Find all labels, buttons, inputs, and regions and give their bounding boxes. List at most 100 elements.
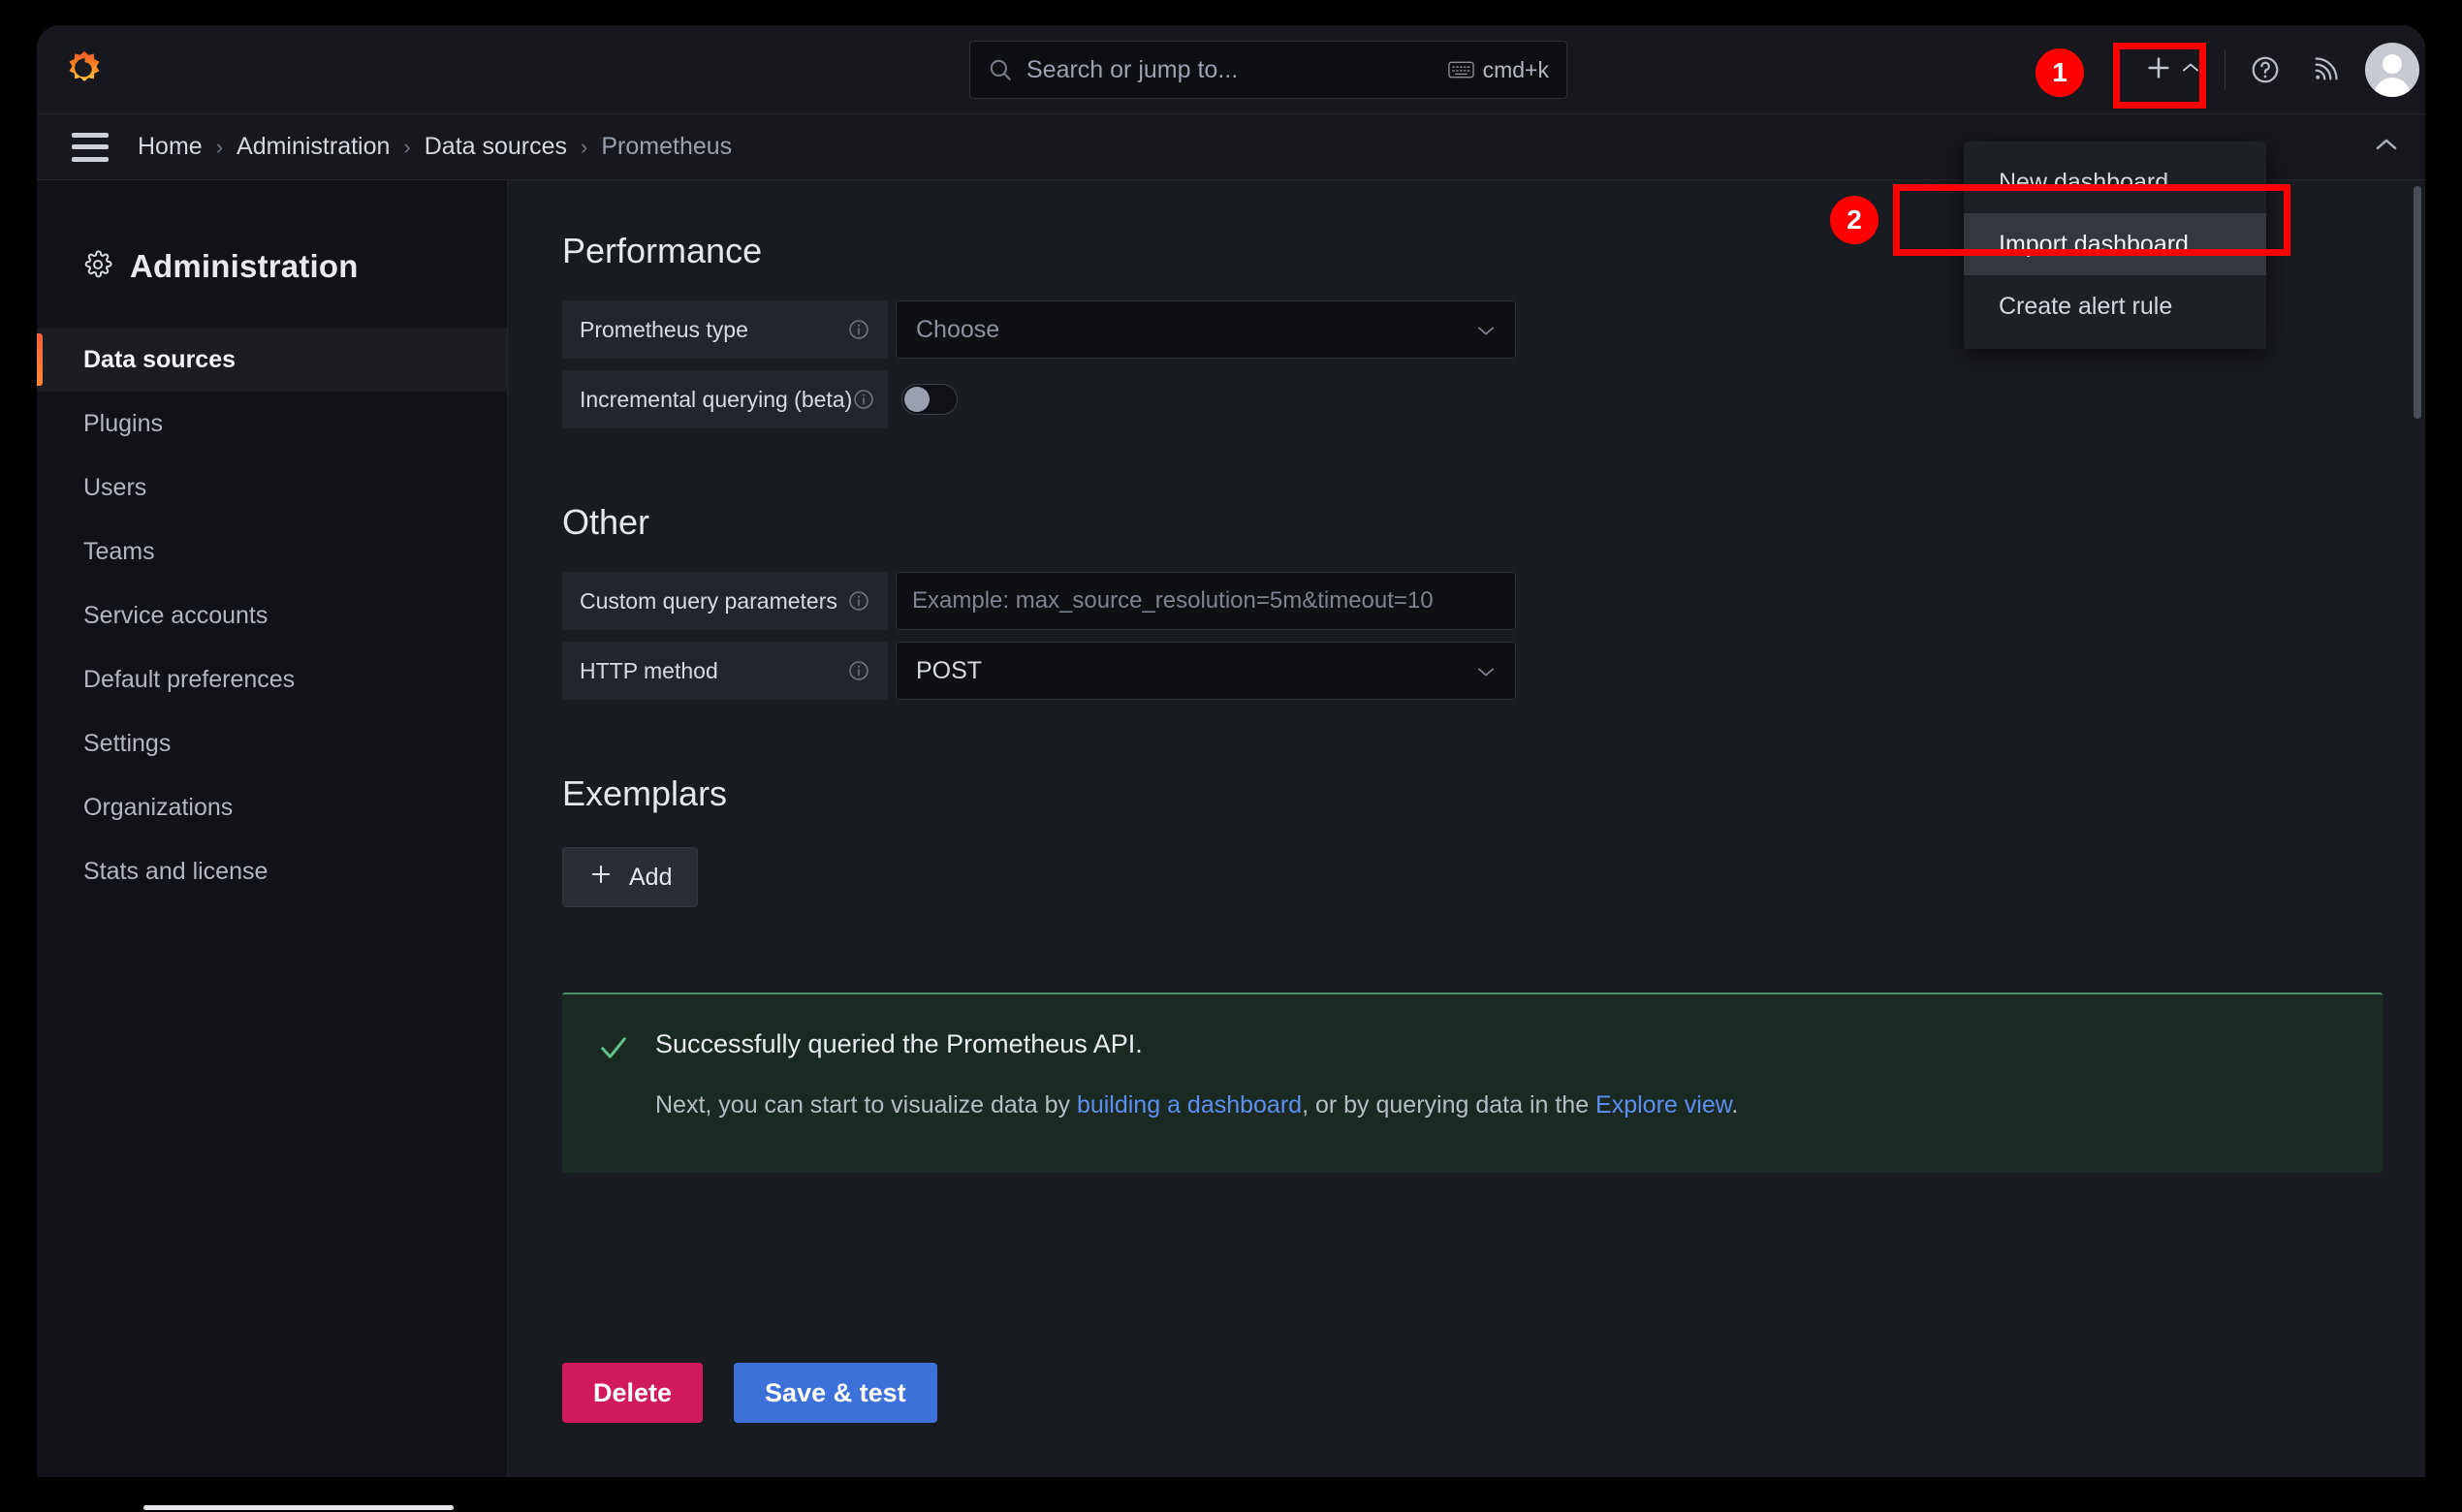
sidebar-item-default-preferences[interactable]: Default preferences — [37, 647, 507, 711]
delete-button[interactable]: Delete — [562, 1363, 704, 1423]
page-body: Administration Data sources Plugins User… — [37, 180, 2425, 1477]
info-circle-icon[interactable] — [847, 659, 870, 682]
hamburger-menu-icon[interactable] — [72, 132, 109, 162]
menu-item-import-dashboard[interactable]: Import dashboard — [1964, 213, 2266, 275]
form-action-bar: Delete Save & test — [562, 1363, 937, 1423]
sidebar-item-label: Plugins — [83, 409, 163, 437]
search-placeholder-text: Search or jump to... — [1026, 55, 1239, 83]
prometheus-type-value: Choose — [916, 315, 1000, 343]
add-exemplar-button[interactable]: Add — [562, 847, 699, 907]
avatar[interactable] — [2365, 43, 2419, 97]
info-circle-icon[interactable] — [847, 318, 870, 341]
field-http-method: HTTP method POST — [562, 642, 2425, 700]
custom-query-parameters-input[interactable] — [896, 572, 1516, 630]
sidebar-item-plugins[interactable]: Plugins — [37, 392, 507, 456]
alert-title: Successfully queried the Prometheus API. — [655, 1029, 1143, 1058]
sidebar-item-label: Default preferences — [83, 665, 296, 693]
search-shortcut-label: cmd+k — [1482, 56, 1549, 82]
incremental-querying-label: Incremental querying (beta) — [580, 386, 853, 412]
menu-item-create-alert-rule[interactable]: Create alert rule — [1964, 275, 2266, 337]
breadcrumb: Home › Administration › Data sources › P… — [138, 133, 732, 161]
rss-icon[interactable] — [2295, 40, 2355, 100]
hamburger-line — [72, 132, 109, 138]
grafana-logo-icon[interactable] — [62, 48, 107, 93]
field-spacer — [888, 300, 896, 359]
breadcrumb-item-administration[interactable]: Administration — [237, 133, 390, 161]
http-method-select[interactable]: POST — [896, 642, 1516, 700]
keyboard-icon — [1447, 60, 1474, 79]
horizontal-scrollbar-track[interactable] — [37, 1498, 2425, 1512]
search-icon — [988, 57, 1013, 82]
check-icon — [597, 1031, 630, 1064]
alert-text-before: Next, you can start to visualize data by — [655, 1091, 1077, 1118]
incremental-querying-toggle[interactable] — [901, 384, 958, 415]
administration-section-nav: Administration Data sources Plugins User… — [37, 180, 508, 1477]
sidebar-item-settings[interactable]: Settings — [37, 711, 507, 775]
http-method-value: POST — [916, 656, 983, 684]
http-method-label-cell: HTTP method — [562, 642, 888, 700]
sidebar-item-label: Service accounts — [83, 601, 268, 629]
custom-query-parameters-label: Custom query parameters — [580, 587, 837, 614]
sidebar-item-users[interactable]: Users — [37, 456, 507, 520]
menu-item-label: Create alert rule — [1999, 292, 2173, 320]
annotation-badge-2: 2 — [1830, 196, 1878, 244]
sidebar-item-label: Users — [83, 473, 147, 501]
info-circle-icon[interactable] — [852, 388, 875, 411]
breadcrumb-item-prometheus: Prometheus — [601, 133, 733, 160]
prometheus-type-label: Prometheus type — [580, 316, 748, 342]
search-shortcut-hint: cmd+k — [1447, 56, 1549, 83]
plus-icon — [588, 862, 614, 894]
avatar-body — [2374, 78, 2411, 97]
breadcrumb-separator: › — [581, 134, 588, 159]
new-menu-button[interactable] — [2130, 41, 2215, 99]
collapse-chevron-up-icon[interactable] — [2373, 137, 2400, 157]
prometheus-type-select[interactable]: Choose — [896, 300, 1516, 359]
prometheus-type-label-cell: Prometheus type — [562, 300, 888, 359]
field-spacer — [888, 572, 896, 630]
page-title: Administration — [130, 248, 359, 284]
alert-header: Successfully queried the Prometheus API. — [597, 1029, 2344, 1064]
sidebar-item-organizations[interactable]: Organizations — [37, 775, 507, 839]
new-menu-dropdown: New dashboard Import dashboard Create al… — [1964, 142, 2266, 349]
section-nav-title: Administration — [37, 248, 507, 285]
save-and-test-button[interactable]: Save & test — [734, 1363, 937, 1423]
building-a-dashboard-link[interactable]: building a dashboard — [1077, 1091, 1302, 1118]
breadcrumb-item-data-sources[interactable]: Data sources — [425, 133, 567, 161]
avatar-head — [2383, 54, 2402, 74]
alert-text-middle: , or by querying data in the — [1302, 1091, 1596, 1118]
http-method-label: HTTP method — [580, 657, 718, 683]
hamburger-line — [72, 144, 109, 149]
menu-item-new-dashboard[interactable]: New dashboard — [1964, 151, 2266, 213]
sidebar-item-data-sources[interactable]: Data sources — [37, 328, 507, 392]
grafana-app-shell: Search or jump to... cmd+k Home › Admini… — [37, 25, 2425, 1477]
toggle-knob — [904, 387, 930, 412]
other-heading: Other — [562, 502, 650, 542]
chevron-down-icon — [1476, 665, 1496, 677]
menu-item-label: Import dashboard — [1999, 230, 2189, 258]
custom-query-parameters-label-cell: Custom query parameters — [562, 572, 888, 630]
horizontal-scrollbar-thumb[interactable] — [143, 1505, 454, 1510]
chevron-down-icon — [1476, 324, 1496, 335]
topbar-actions — [2130, 25, 2425, 114]
annotation-badge-1: 1 — [2036, 48, 2084, 97]
explore-view-link[interactable]: Explore view — [1595, 1091, 1731, 1118]
info-circle-icon[interactable] — [847, 589, 870, 613]
sidebar-item-label: Settings — [83, 729, 172, 757]
sidebar-item-service-accounts[interactable]: Service accounts — [37, 583, 507, 647]
breadcrumb-item-home[interactable]: Home — [138, 133, 203, 161]
main-vertical-scrollbar[interactable] — [2414, 186, 2421, 419]
field-custom-query-parameters: Custom query parameters — [562, 572, 2425, 630]
hamburger-line — [72, 156, 109, 162]
alert-text-after: . — [1731, 1091, 1739, 1118]
datasource-settings-form: Performance Prometheus type Choose Incre… — [508, 180, 2425, 1477]
sidebar-item-label: Stats and license — [83, 857, 268, 885]
help-circle-icon[interactable] — [2235, 40, 2295, 100]
sidebar-item-label: Teams — [83, 537, 155, 565]
chevron-up-icon — [2181, 61, 2200, 79]
sidebar-item-teams[interactable]: Teams — [37, 520, 507, 583]
search-input[interactable]: Search or jump to... cmd+k — [969, 41, 1567, 99]
incremental-querying-toggle-wrap — [888, 370, 958, 428]
sidebar-item-stats-and-license[interactable]: Stats and license — [37, 839, 507, 903]
alert-description: Next, you can start to visualize data by… — [655, 1087, 2344, 1122]
menu-item-label: New dashboard — [1999, 168, 2169, 196]
